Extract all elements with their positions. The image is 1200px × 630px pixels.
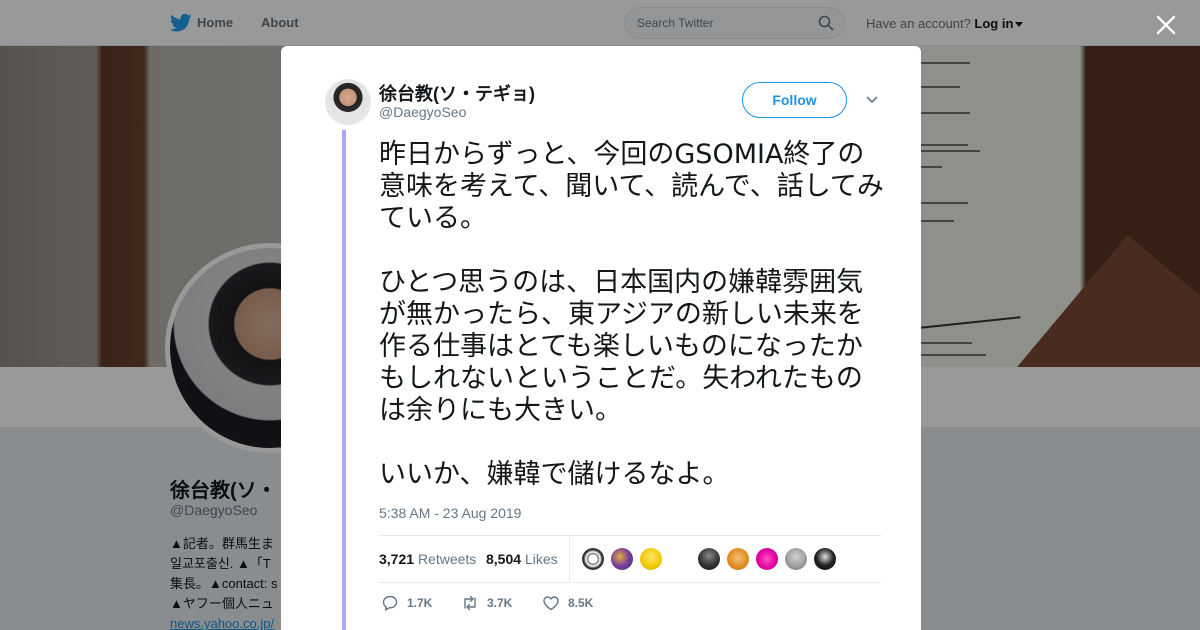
liker-avatar[interactable] (698, 548, 720, 570)
tweet-paragraph: 昨日からずっと、今回のGSOMIA終了の意味を考えて、聞いて、読んで、話してみて… (379, 139, 884, 234)
reply-count: 1.7K (407, 596, 433, 610)
author-avatar[interactable] (325, 79, 371, 125)
tweet-stats: 3,721 Retweets 8,504 Likes (379, 535, 881, 583)
likes-stat[interactable]: 8,504 Likes (486, 551, 558, 567)
retweet-icon (464, 595, 476, 611)
likes-label: Likes (524, 551, 558, 567)
heart-icon (543, 596, 559, 611)
liker-avatar[interactable] (727, 548, 749, 570)
reply-button[interactable]: 1.7K (381, 594, 432, 612)
reply-icon (382, 595, 398, 611)
tweet-paragraph: ひとつ思うのは、日本国内の嫌韓雰囲気が無かったら、東アジアの新しい未来を作る仕事… (379, 267, 864, 426)
like-count: 8.5K (568, 596, 594, 610)
chevron-down-icon[interactable] (865, 94, 879, 106)
retweet-button[interactable]: 3.7K (461, 594, 512, 612)
thread-line (342, 130, 346, 630)
tweet-actions: 1.7K 3.7K 8.5K (379, 594, 881, 618)
likes-count: 8,504 (486, 551, 522, 567)
liker-avatar[interactable] (582, 548, 604, 570)
liker-avatar[interactable] (756, 548, 778, 570)
author-handle[interactable]: @DaegyoSeo (379, 104, 466, 120)
retweet-count: 3.7K (487, 596, 513, 610)
like-button[interactable]: 8.5K (542, 594, 593, 612)
retweets-count: 3,721 (379, 551, 415, 567)
close-icon[interactable] (1154, 13, 1178, 37)
stats-divider (569, 536, 570, 583)
tweet-modal: 徐台教(ソ・テギョ) @DaegyoSeo Follow 昨日からずっと、今回の… (281, 46, 921, 630)
liker-avatar[interactable] (785, 548, 807, 570)
tweet-text: 昨日からずっと、今回のGSOMIA終了の意味を考えて、聞いて、読んで、話してみて… (379, 139, 889, 523)
liker-avatar[interactable] (814, 548, 836, 570)
liker-avatar[interactable] (611, 548, 633, 570)
retweets-stat[interactable]: 3,721 Retweets (379, 551, 476, 567)
follow-button[interactable]: Follow (742, 82, 847, 118)
liker-avatar[interactable] (640, 548, 662, 570)
author-name[interactable]: 徐台教(ソ・テギョ) (379, 80, 535, 106)
tweet-timestamp[interactable]: 5:38 AM - 23 Aug 2019 (379, 505, 521, 521)
tweet-paragraph: いいか、嫌韓で儲けるなよ。 (379, 459, 730, 490)
retweets-label: Retweets (417, 551, 477, 567)
